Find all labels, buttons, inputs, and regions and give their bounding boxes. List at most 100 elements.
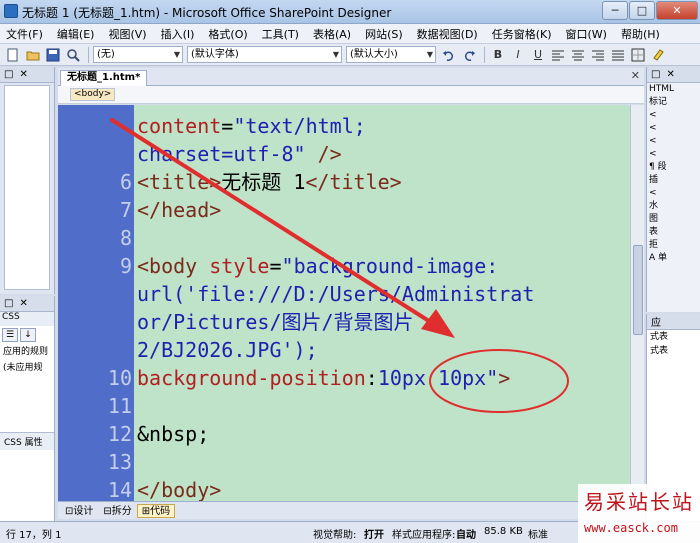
menu-data-view[interactable]: 数据视图(D): [417, 26, 478, 42]
toolbox-item[interactable]: 图: [649, 213, 700, 226]
underline-button[interactable]: U: [529, 46, 547, 64]
code-line[interactable]: charset=utf-8" />: [58, 140, 630, 168]
toolbox-list: HTML 标记 < < < < ¶ 段 插 < 水 图 表 拒 A 单: [647, 83, 700, 265]
borders-icon[interactable]: [629, 46, 647, 64]
pane-close-icon[interactable]: ✕: [666, 69, 674, 80]
toolbox-item[interactable]: 拒: [649, 239, 700, 252]
toolbox-item[interactable]: 水: [649, 200, 700, 213]
size-combo[interactable]: (默认大小) ▼: [346, 46, 436, 63]
code-line[interactable]: or/Pictures/图片/背景图片: [58, 308, 630, 336]
vertical-scrollbar[interactable]: [630, 105, 644, 501]
toolbox-item[interactable]: ¶ 段: [649, 161, 700, 174]
view-tab-bar: ⊡设计 ⊟拆分 ⊞代码: [58, 501, 644, 519]
style-combo[interactable]: (无) ▼: [93, 46, 183, 63]
undo-icon[interactable]: [440, 46, 458, 64]
code-line[interactable]: 9 <body style="background-image:: [58, 252, 630, 280]
close-icon[interactable]: ✕: [631, 69, 640, 82]
menu-insert[interactable]: 插入(I): [161, 26, 195, 42]
tab-design[interactable]: ⊡设计: [60, 504, 98, 518]
menu-help[interactable]: 帮助(H): [621, 26, 660, 42]
highlight-icon[interactable]: [649, 46, 667, 64]
code-line[interactable]: url('file:///D:/Users/Administrat: [58, 280, 630, 308]
tab-code[interactable]: ⊞代码: [136, 503, 176, 518]
pane-restore-icon[interactable]: □: [4, 298, 13, 309]
code-token: >: [498, 366, 511, 390]
toolbox-item[interactable]: 标记: [649, 96, 700, 109]
menu-file[interactable]: 文件(F): [6, 26, 43, 42]
code-text: or/Pictures/图片/背景图片: [137, 308, 414, 336]
tab-design-label: 设计: [73, 505, 94, 517]
code-line[interactable]: 6 <title>无标题 1</title>: [58, 168, 630, 196]
pane-header: □ ✕: [647, 67, 700, 83]
menu-site[interactable]: 网站(S): [365, 26, 403, 42]
menu-window[interactable]: 窗口(W): [566, 26, 607, 42]
align-left-icon[interactable]: [549, 46, 567, 64]
code-text: <title>无标题 1</title>: [137, 168, 402, 196]
code-line[interactable]: 10 background-position:10px 10px">: [58, 364, 630, 392]
code-token: </body>: [137, 478, 222, 501]
toolbox-item[interactable]: <: [649, 109, 700, 122]
code-line[interactable]: 14 </body>: [58, 476, 630, 501]
line-number: 13: [107, 450, 132, 474]
minimize-button[interactable]: ─: [602, 1, 628, 20]
visual-aid-value[interactable]: 打开: [364, 526, 384, 541]
menu-tools[interactable]: 工具(T): [262, 26, 299, 42]
line-number: 7: [119, 198, 132, 222]
document-tab[interactable]: 无标题_1.htm*: [60, 70, 148, 86]
style-item[interactable]: 式表: [647, 344, 700, 358]
toolbox-item[interactable]: <: [649, 122, 700, 135]
save-icon[interactable]: [44, 46, 62, 64]
scrollbar-thumb[interactable]: [633, 245, 643, 335]
code-line[interactable]: 2/BJ2026.JPG');: [58, 336, 630, 364]
font-combo[interactable]: (默认字体) ▼: [187, 46, 342, 63]
menu-table[interactable]: 表格(A): [313, 26, 351, 42]
toolbox-group-table[interactable]: 表: [649, 226, 700, 239]
code-token: =: [269, 254, 282, 278]
italic-button[interactable]: I: [509, 46, 527, 64]
toolbox-item[interactable]: <: [649, 135, 700, 148]
categorize-icon[interactable]: ☰: [2, 328, 18, 342]
toolbox-item[interactable]: <: [649, 187, 700, 200]
pane-restore-icon[interactable]: □: [651, 69, 660, 80]
chevron-down-icon: ▼: [426, 50, 433, 59]
menu-edit[interactable]: 编辑(E): [57, 26, 95, 42]
preview-icon[interactable]: [64, 46, 82, 64]
code-line[interactable]: content="text/html;: [58, 112, 630, 140]
code-token: />: [317, 142, 342, 166]
style-app-value[interactable]: 自动: [456, 526, 476, 541]
toolbox-item[interactable]: <: [649, 148, 700, 161]
menu-task-panes[interactable]: 任务窗格(K): [492, 26, 552, 42]
code-line[interactable]: 8: [58, 224, 630, 252]
redo-icon[interactable]: [460, 46, 478, 64]
toolbox-item[interactable]: A 单: [649, 252, 700, 265]
sort-icon[interactable]: ↓: [20, 328, 36, 342]
line-number: 14: [107, 478, 132, 501]
align-right-icon[interactable]: [589, 46, 607, 64]
close-button[interactable]: ✕: [656, 1, 698, 20]
css-tab[interactable]: CSS: [0, 312, 54, 326]
code-token: 2/BJ2026.JPG');: [137, 338, 318, 362]
style-item[interactable]: 式表: [647, 330, 700, 344]
bold-button[interactable]: B: [489, 46, 507, 64]
code-line[interactable]: 12 &nbsp;: [58, 420, 630, 448]
pane-close-icon[interactable]: ✕: [19, 69, 27, 80]
pane-close-icon[interactable]: ✕: [19, 298, 27, 309]
menu-view[interactable]: 视图(V): [108, 26, 146, 42]
code-line[interactable]: 7 </head>: [58, 196, 630, 224]
pane-restore-icon[interactable]: □: [4, 69, 13, 80]
folder-list[interactable]: [4, 85, 50, 290]
line-number: 8: [119, 226, 132, 250]
menu-format[interactable]: 格式(O): [208, 26, 247, 42]
code-line[interactable]: 11: [58, 392, 630, 420]
new-page-icon[interactable]: [4, 46, 22, 64]
toolbox-item[interactable]: 插: [649, 174, 700, 187]
toolbox-group-html[interactable]: HTML: [649, 83, 700, 96]
tab-split[interactable]: ⊟拆分: [98, 504, 136, 518]
align-center-icon[interactable]: [569, 46, 587, 64]
maximize-button[interactable]: □: [629, 1, 655, 20]
open-folder-icon[interactable]: [24, 46, 42, 64]
justify-icon[interactable]: [609, 46, 627, 64]
code-line[interactable]: 13: [58, 448, 630, 476]
quick-tag-body[interactable]: <body>: [70, 88, 116, 101]
code-editor[interactable]: content="text/html; charset=utf-8" /> 6 <ti…: [58, 105, 630, 501]
